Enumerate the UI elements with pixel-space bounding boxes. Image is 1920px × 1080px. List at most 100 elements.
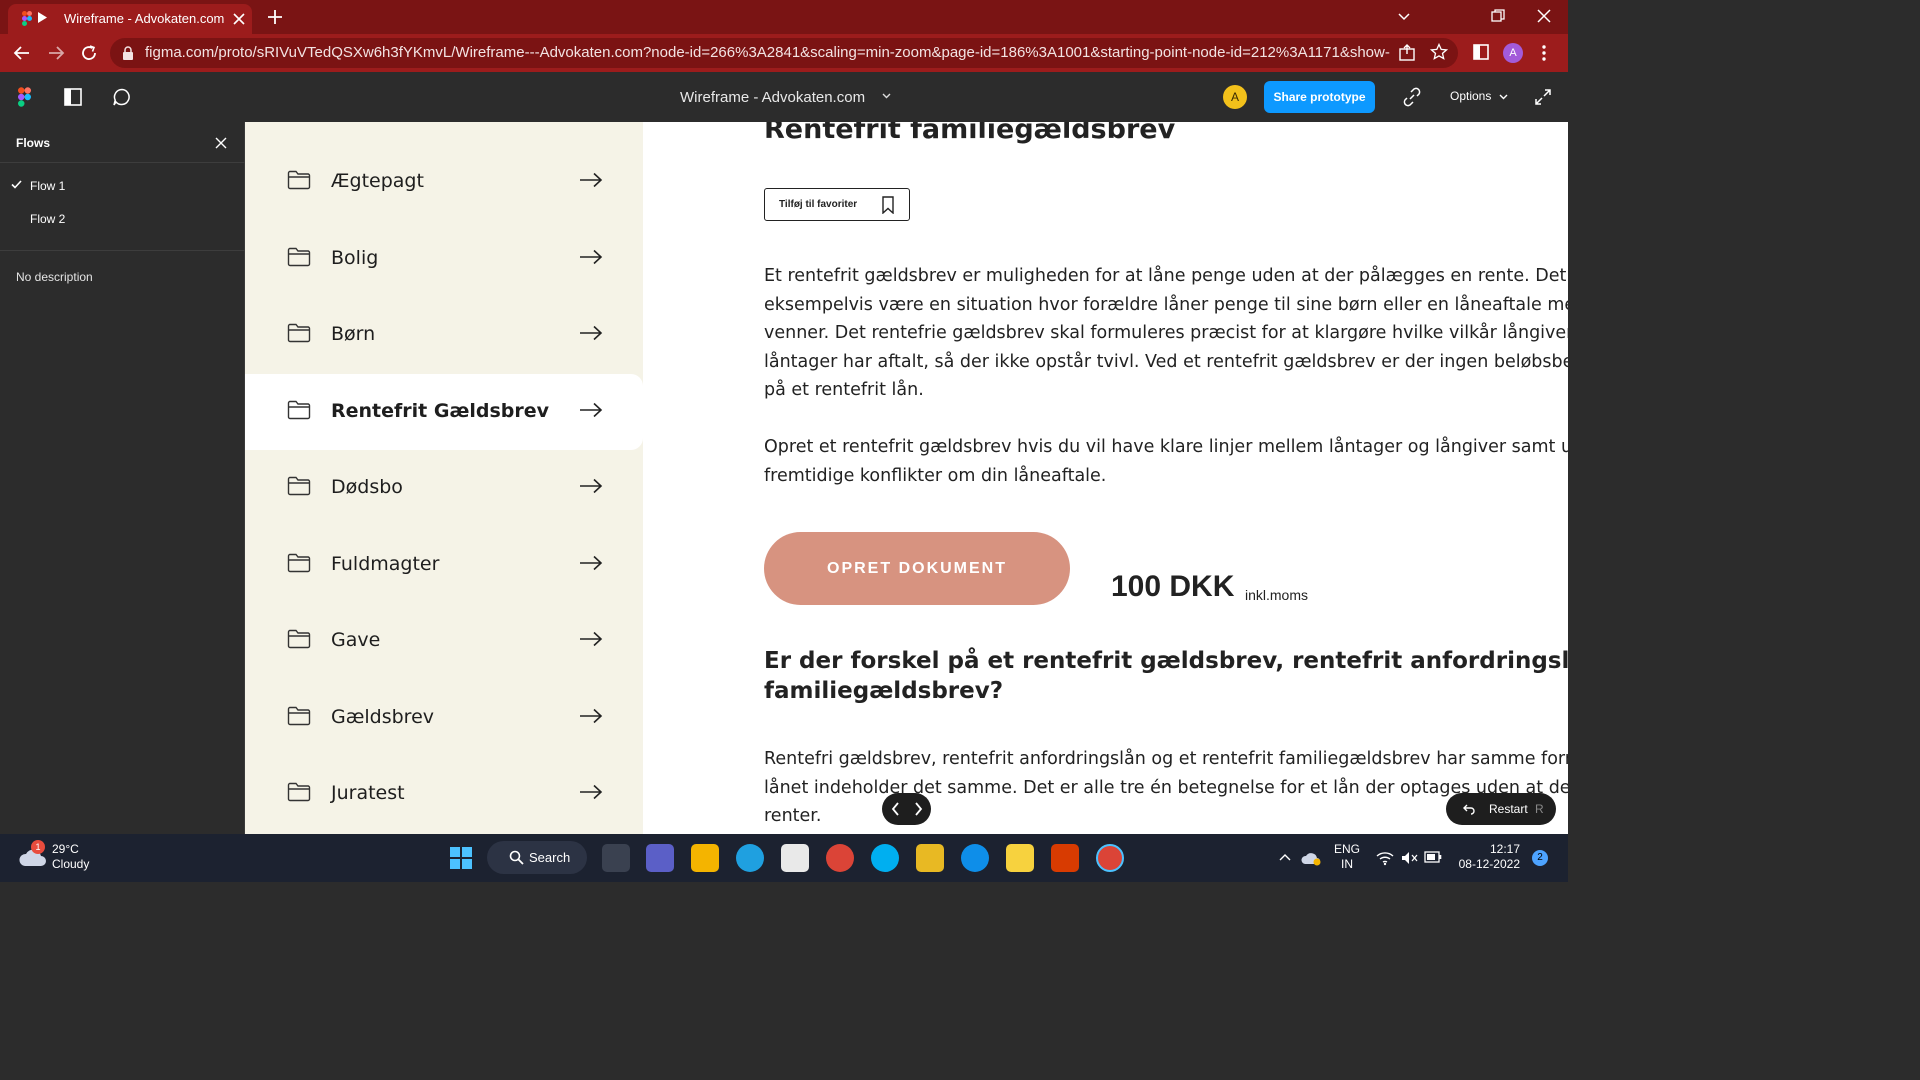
section-heading: Er der forskel på et rentefrit gældsbrev… [764,646,1568,706]
category-label: Fuldmagter [331,552,440,575]
search-icon [509,850,524,865]
notification-badge[interactable]: 2 [1532,850,1548,866]
category-item[interactable]: Bolig [245,221,643,297]
heading-line: Er der forskel på et rentefrit gældsbrev… [764,648,1568,674]
profile-avatar[interactable]: A [1503,43,1523,63]
chrome-profile-icon[interactable] [1096,844,1124,872]
file-explorer-icon[interactable] [691,844,719,872]
microsoft-store-icon[interactable] [781,844,809,872]
weather-desc: Cloudy [52,857,90,871]
category-label: Gældsbrev [331,705,435,728]
expand-fullscreen-icon[interactable] [1534,88,1552,106]
forward-icon[interactable] [46,43,66,63]
weather-widget[interactable]: 29°C Cloudy [52,842,89,872]
text-line: eksempelvis være en situation hvor foræl… [764,294,1568,315]
category-item[interactable]: Børn [245,297,643,373]
flows-panel: Flows Flow 1 Flow 2 No description [0,122,245,834]
reload-icon[interactable] [79,43,99,63]
file-title[interactable]: Wireframe - Advokaten.com [680,89,865,106]
restart-label: Restart [1489,802,1528,816]
page-title: Rentefrit familiegældsbrev [764,122,1176,145]
close-tab-icon[interactable] [230,10,248,28]
skype-icon[interactable] [871,844,899,872]
volume-muted-icon[interactable] [1400,850,1418,866]
edge-browser-icon[interactable] [736,844,764,872]
folder-icon [287,323,311,343]
url-field[interactable]: figma.com/proto/sRIVuVTedQSXw6h3fYKmvL/W… [110,38,1458,68]
sticky-notes-icon[interactable] [1006,844,1034,872]
bookmark-icon [881,196,895,214]
text-line: Rentefri gældsbrev, rentefrit anfordring… [764,749,1568,769]
taskbar: 1 29°C Cloudy Search ENG IN 12:17 08-12-… [0,834,1568,882]
lock-icon [122,46,134,60]
link-icon[interactable] [1402,87,1422,107]
next-screen-icon[interactable] [912,801,924,817]
category-label: Ægtepagt [331,170,424,192]
restart-button[interactable]: Restart R [1446,793,1556,825]
user-avatar[interactable]: A [1223,85,1247,109]
add-to-favorites-button[interactable]: Tilføj til favoriter [764,188,910,221]
task-view-icon[interactable] [602,844,630,872]
clock-time: 12:17 [1489,842,1520,856]
create-document-button[interactable]: OPRET DOKUMENT [764,532,1070,605]
restart-icon [1462,802,1476,816]
text-line: Opret et rentefrit gældsbrev hvis du vil… [764,437,1568,457]
category-label: Rentefrit Gældsbrev [331,399,550,422]
battery-icon[interactable] [1424,851,1442,863]
office-icon[interactable] [1051,844,1079,872]
folder-icon [287,782,311,802]
figma-favicon-icon [22,11,32,26]
bookmark-star-icon[interactable] [1430,43,1448,61]
new-tab-icon[interactable] [266,8,284,26]
heading-line: familiegældsbrev? [764,678,1004,704]
divider [0,250,245,251]
close-flows-icon[interactable] [214,136,228,150]
teamviewer-icon[interactable] [961,844,989,872]
folder-icon [287,706,311,726]
category-item[interactable]: Ægtepagt [245,144,643,220]
input-language[interactable]: ENG IN [1334,842,1360,872]
category-item[interactable]: Gave [245,603,643,679]
system-clock[interactable]: 12:17 08-12-2022 [1456,842,1520,872]
options-menu[interactable]: Options [1450,89,1508,103]
category-item[interactable]: Juratest [245,756,643,832]
sidepanel-icon[interactable] [1472,43,1490,61]
browser-address-bar: figma.com/proto/sRIVuVTedQSXw6h3fYKmvL/W… [0,34,1568,72]
wifi-icon[interactable] [1376,850,1394,866]
options-label: Options [1450,89,1492,103]
category-item[interactable]: Fuldmagter [245,527,643,603]
chrome-icon[interactable] [826,844,854,872]
comment-icon[interactable] [112,87,132,107]
lang-secondary: IN [1341,857,1353,871]
flow-item-2[interactable]: Flow 2 [30,212,65,226]
arrow-right-icon [579,631,603,647]
flow-item-1[interactable]: Flow 1 [30,179,65,193]
puzzle-app-icon[interactable] [916,844,944,872]
restore-window-icon[interactable] [1490,8,1506,24]
previous-screen-icon[interactable] [890,801,902,817]
tray-chevron-icon[interactable] [1278,852,1292,862]
category-label: Juratest [331,782,405,804]
taskbar-search[interactable]: Search [487,841,587,874]
price-vat-note: inkl.moms [1245,587,1309,603]
tab-search-chevron-icon[interactable] [1396,8,1412,24]
browser-tab[interactable]: Wireframe - Advokaten.com [8,4,252,34]
arrow-right-icon [579,708,603,724]
onedrive-icon[interactable] [1300,850,1322,866]
category-item[interactable]: Rentefrit Gældsbrev [245,373,643,450]
arrow-right-icon [579,402,603,418]
category-item[interactable]: Dødsbo [245,450,643,526]
sidebar-toggle-icon[interactable] [63,87,83,107]
figma-logo-icon[interactable] [18,87,31,107]
chevron-down-icon[interactable] [882,93,891,99]
teams-chat-icon[interactable] [646,844,674,872]
close-window-icon[interactable] [1536,8,1552,24]
more-menu-icon[interactable] [1540,43,1548,63]
folder-icon [287,629,311,649]
share-page-icon[interactable] [1398,44,1416,62]
windows-start-icon[interactable] [447,844,475,872]
category-item[interactable]: Gældsbrev [245,680,643,756]
folder-icon [287,400,311,420]
back-icon[interactable] [12,43,32,63]
share-prototype-button[interactable]: Share prototype [1264,81,1375,113]
